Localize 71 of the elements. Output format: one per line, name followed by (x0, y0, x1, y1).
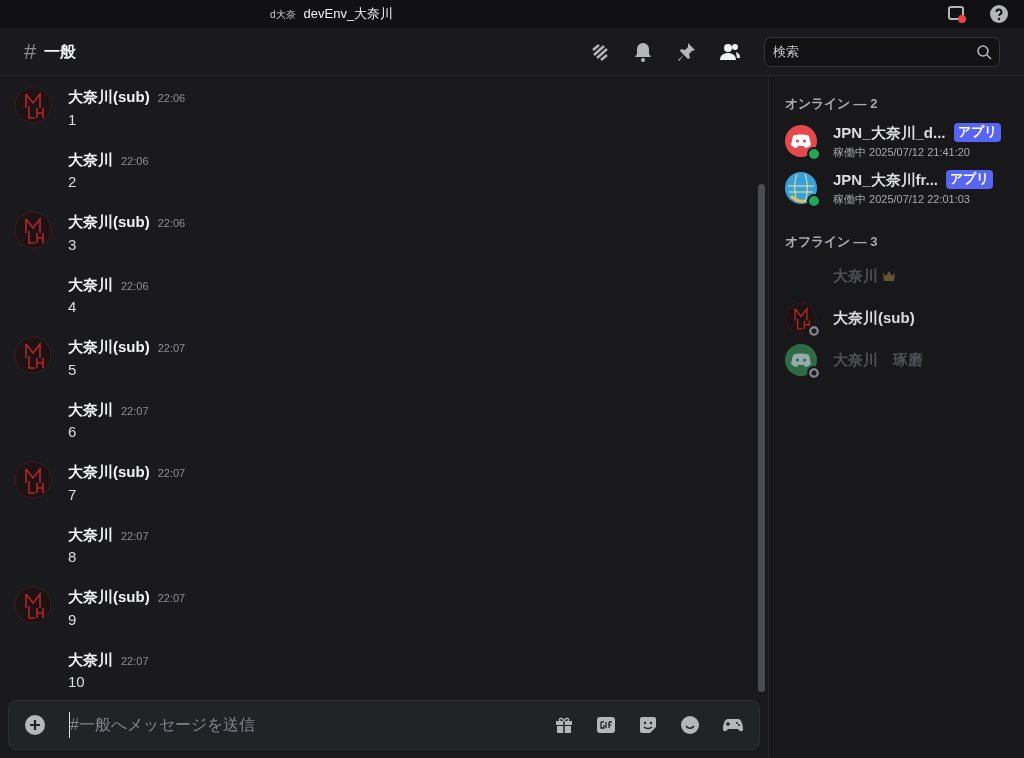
message-composer[interactable]: #一般へメッセージを送信 (8, 700, 760, 750)
message-text: 3 (68, 234, 78, 255)
author-name: 大奈川(sub) (68, 212, 150, 232)
member-item[interactable]: JPN_大奈川_d... アプリ 稼働中 2025/07/12 21:41:20 (785, 121, 1016, 161)
timestamp: 22:06 (157, 91, 186, 106)
status-text: 稼働中 2025/07/12 22:01:03 (833, 192, 971, 207)
server-label: d大奈 (270, 7, 296, 22)
bell-icon[interactable] (634, 41, 652, 62)
avatar-icon (14, 86, 52, 124)
gift-icon[interactable] (555, 716, 573, 734)
message-text: 2 (68, 172, 78, 192)
member-item[interactable]: JPN_大奈川fr... アプリ 稼働中 2025/07/12 22:01:03 (785, 168, 1016, 208)
avatar-icon (785, 302, 817, 334)
author-name: 大奈川(sub) (68, 587, 150, 607)
author-name: 大奈川 (68, 649, 113, 670)
sticker-icon[interactable] (639, 716, 657, 734)
message-text: 9 (68, 609, 78, 630)
group-header: オンライン — 2 (785, 95, 879, 113)
timestamp: 22:06 (157, 216, 186, 231)
author-name: 大奈川(sub) (68, 462, 150, 482)
member-item[interactable]: 大奈川(sub) (785, 301, 1016, 335)
pin-icon[interactable] (676, 41, 696, 62)
window-title: devEnv_大奈川 (303, 5, 394, 24)
emoji-icon[interactable] (681, 716, 699, 734)
timestamp: 22:07 (121, 528, 149, 544)
avatar-icon (14, 336, 52, 374)
timestamp: 22:07 (157, 466, 186, 481)
author-name: 大奈川 (68, 524, 113, 545)
timestamp: 22:06 (121, 153, 149, 169)
member-name: 大奈川 琢磨 (833, 349, 923, 370)
author-name: 大奈川(sub) (68, 87, 150, 107)
timestamp: 22:07 (121, 403, 149, 419)
gif-icon[interactable] (597, 717, 615, 733)
message-text: 8 (68, 547, 78, 567)
gamepad-icon[interactable] (723, 717, 743, 733)
message-field[interactable]: #一般へメッセージを送信 (69, 712, 539, 738)
help-icon[interactable] (990, 5, 1008, 23)
channel-hash: # (24, 38, 37, 66)
message-text: 4 (68, 297, 78, 317)
member-name: 大奈川(sub) (833, 307, 915, 328)
app-tag: アプリ (946, 170, 994, 190)
message-text: 7 (68, 484, 78, 505)
author-name: 大奈川 (68, 274, 113, 295)
members-icon[interactable] (720, 42, 740, 61)
avatar-icon (14, 461, 52, 499)
author-name: 大奈川(sub) (68, 337, 150, 357)
status-text: 稼働中 2025/07/12 21:41:20 (833, 145, 971, 160)
author-name: 大奈川 (68, 149, 113, 170)
message-text: 5 (68, 359, 78, 380)
message-text: 1 (68, 109, 78, 130)
timestamp: 22:06 (121, 278, 149, 294)
channel-name: 一般 (44, 41, 77, 62)
author-name: 大奈川 (68, 399, 113, 420)
scrollbar[interactable] (758, 184, 765, 692)
member-name: JPN_大奈川_d... (833, 122, 946, 143)
member-name: JPN_大奈川fr... (833, 169, 939, 190)
add-icon[interactable] (25, 715, 45, 735)
search-field[interactable]: 検索 (764, 36, 1000, 67)
message-text: 10 (68, 672, 86, 692)
inbox-icon[interactable] (948, 5, 966, 23)
timestamp: 22:07 (157, 341, 186, 356)
member-name: 大奈川 (833, 265, 878, 286)
timestamp: 22:07 (157, 591, 186, 606)
threads-icon[interactable] (590, 41, 610, 62)
app-tag: アプリ (953, 123, 1001, 143)
avatar-icon (14, 586, 52, 624)
message-text: 6 (68, 422, 78, 442)
timestamp: 22:07 (121, 653, 149, 669)
avatar-icon (14, 211, 52, 249)
search-icon (977, 44, 992, 60)
group-header: オフライン — 3 (785, 232, 879, 251)
